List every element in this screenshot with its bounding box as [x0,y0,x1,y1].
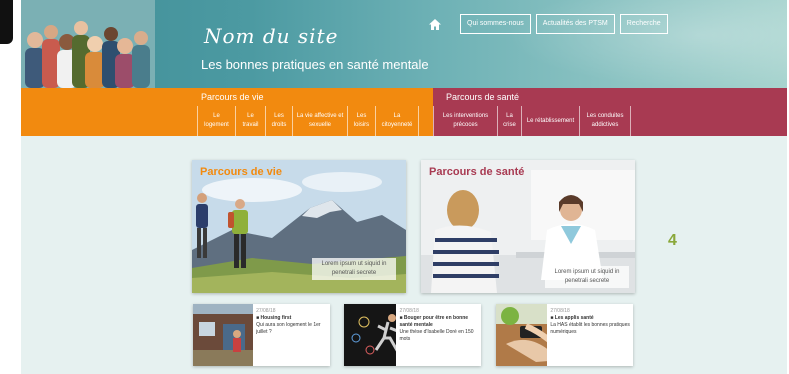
subnav-item-retablissement[interactable]: Le rétablissement [521,106,579,136]
subnav-item-travail[interactable]: Le travail [235,106,265,136]
feature-card-vie[interactable]: Parcours de vie Lorem ipsum ut siquid in… [192,160,406,293]
news-title[interactable]: ■ Housing first [256,315,327,322]
subnav-sante: Les interventions précoces La crise Le r… [433,106,787,136]
news-image [193,304,254,366]
subnav-item-citoyennete[interactable]: La citoyenneté [375,106,419,136]
site-title[interactable]: Nom du site [204,24,338,48]
subnav-item-vie-affective[interactable]: La vie affective et sexuelle [292,106,347,136]
feature-card-caption: Lorem ipsum ut siquid in penetrali secre… [545,266,629,288]
news-card-housing[interactable]: 27/08/18 ■ Housing first Qui aura son lo… [193,304,330,366]
feature-card-title: Parcours de santé [429,166,525,178]
news-date: 27/08/18 [399,308,419,314]
news-date: 27/08/18 [550,308,570,314]
side-number: 4 [668,232,677,249]
subnav-item-interventions[interactable]: Les interventions précoces [433,106,497,136]
news-summary: La HAS établit les bonnes pratiques numé… [550,322,630,335]
news-image [344,304,397,366]
news-title[interactable]: ■ Bouger pour être en bonne santé mental… [399,315,478,329]
site-header: Nom du site Les bonnes pratiques en sant… [21,0,787,88]
news-image [496,304,548,366]
news-summary: Une thèse d'Isabelle Doré en 150 mots [399,329,474,342]
news-card-sport[interactable]: 27/08/18 ■ Bouger pour être en bonne san… [344,304,481,366]
nav-news-button[interactable]: Actualités des PTSM [535,14,615,34]
category-parcours-de-sante[interactable]: Parcours de santé [433,88,787,106]
home-icon[interactable] [425,15,445,33]
news-date: 27/08/18 [256,308,276,314]
nav-search-button[interactable]: Recherche [619,14,668,34]
main-content: Parcours de vie Lorem ipsum ut siquid in… [21,136,787,374]
subnav-vie: Le logement Le travail Les droits La vie… [21,106,433,136]
feature-card-sante[interactable]: Parcours de santé Lorem ipsum ut siquid … [421,160,635,293]
news-summary: Qui aura son logement le 1er juillet ? [256,322,321,335]
news-text: 27/08/18 ■ Les applis santé La HAS établ… [547,304,633,366]
news-title[interactable]: ■ Les applis santé [550,315,630,322]
news-text: 27/08/18 ■ Bouger pour être en bonne san… [396,304,481,366]
news-card-apps[interactable]: 27/08/18 ■ Les applis santé La HAS établ… [496,304,633,366]
subnav-item-logement[interactable]: Le logement [197,106,235,136]
category-parcours-de-vie[interactable]: Parcours de vie [21,88,433,106]
feature-card-title: Parcours de vie [200,166,282,178]
subnav-item-loisirs[interactable]: Les loisirs [347,106,375,136]
news-text: 27/08/18 ■ Housing first Qui aura son lo… [253,304,330,366]
browser-edge-tab [0,0,13,44]
header-people-photo [21,0,155,88]
subnav-item-droits[interactable]: Les droits [265,106,292,136]
top-navigation: Qui sommes-nous Actualités des PTSM Rech… [425,14,668,34]
nav-about-button[interactable]: Qui sommes-nous [460,14,531,34]
site-tagline: Les bonnes pratiques en santé mentale [201,57,429,72]
subnav-item-conduites-addictives[interactable]: Les conduites addictives [579,106,631,136]
subnav-item-crise[interactable]: La crise [497,106,521,136]
feature-card-caption: Lorem ipsum ut siquid in penetrali secre… [312,258,396,280]
